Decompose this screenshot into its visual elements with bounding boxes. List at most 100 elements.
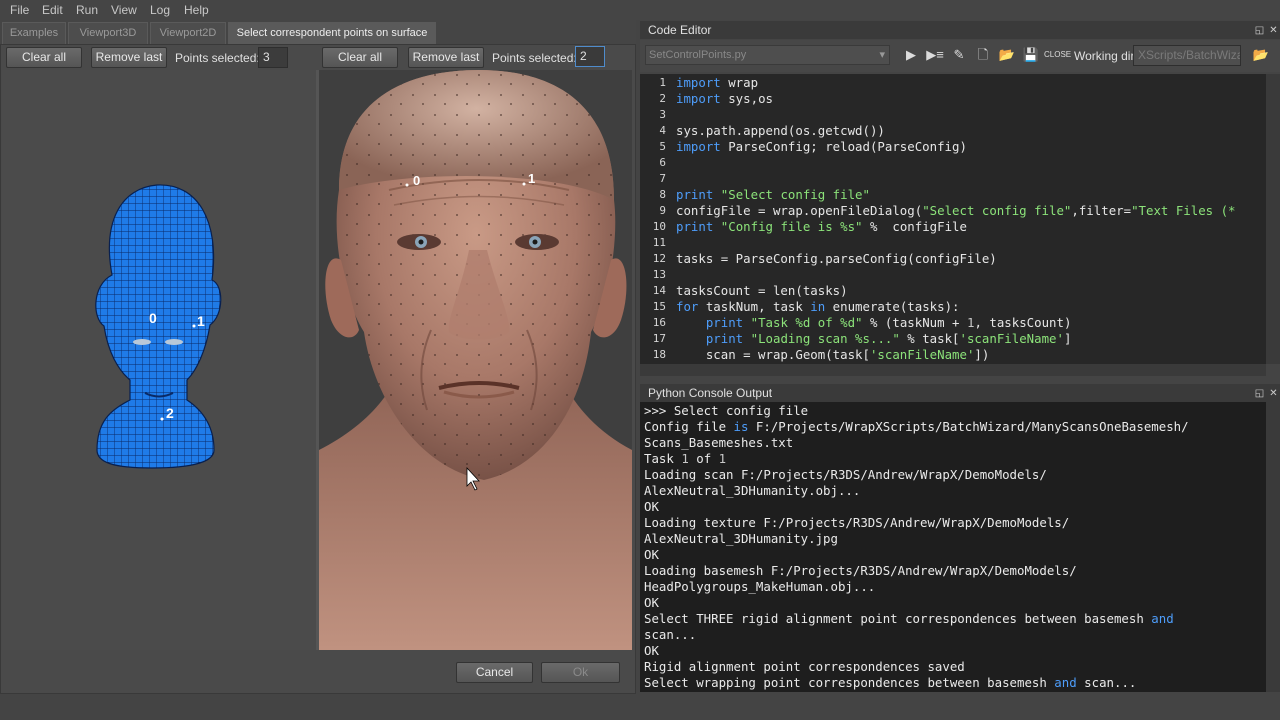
code-line: configFile = wrap.openFileDialog("Select…: [676, 203, 1236, 218]
code-token: Select THREE rigid alignment point corre…: [644, 611, 1152, 626]
chevron-down-icon: ▾: [879, 49, 885, 61]
code-token: tasks = ParseConfig.parseConfig(configFi…: [676, 251, 997, 266]
code-horizontal-scrollbar[interactable]: [640, 364, 1266, 376]
tab-examples[interactable]: Examples: [2, 22, 66, 44]
code-token: import: [676, 139, 721, 154]
console-line: scan...: [644, 627, 696, 642]
code-line: import ParseConfig; reload(ParseConfig): [676, 139, 967, 154]
menu-edit[interactable]: Edit: [42, 3, 63, 17]
python-console-output[interactable]: >>> Select config file Config file is F:/…: [640, 402, 1266, 692]
code-token: OK: [644, 643, 659, 658]
open-file-icon[interactable]: 📂: [998, 46, 1016, 64]
browse-folder-icon[interactable]: 📂: [1252, 46, 1270, 64]
clear-icon[interactable]: ✎: [950, 46, 968, 64]
tab-viewport2d[interactable]: Viewport2D: [150, 22, 226, 44]
console-line: Loading scan F:/Projects/R3DS/Andrew/Wra…: [644, 467, 1047, 482]
code-token: ]): [974, 347, 990, 362]
code-line: tasksCount = len(tasks): [676, 283, 848, 298]
code-token: scan...: [644, 627, 697, 642]
console-vertical-scrollbar[interactable]: [1266, 402, 1280, 692]
run-selection-icon[interactable]: ▶≡: [926, 46, 944, 64]
line-number: 3: [659, 108, 666, 121]
code-token: ,filter=: [1071, 203, 1132, 218]
right-remove-last-button[interactable]: Remove last: [408, 47, 484, 68]
code-token: is: [733, 419, 749, 434]
console-line: Config file is F:/Projects/WrapXScripts/…: [644, 419, 1189, 434]
code-editor-title: Code Editor: [640, 21, 1280, 39]
line-number: 1: [659, 76, 666, 89]
console-close-icon[interactable]: ✕: [1268, 388, 1279, 399]
script-file-select[interactable]: SetControlPoints.py ▾: [645, 45, 890, 65]
float-icon[interactable]: ◱: [1254, 25, 1265, 36]
console-line: AlexNeutral_3DHumanity.jpg: [644, 531, 838, 546]
console-line: AlexNeutral_3DHumanity.obj...: [644, 483, 860, 498]
menu-log[interactable]: Log: [150, 3, 170, 17]
cancel-button[interactable]: Cancel: [456, 662, 533, 683]
console-line: Select wrapping point correspondences be…: [644, 675, 1136, 690]
tab-select-points[interactable]: Select correspondent points on surface: [228, 22, 436, 44]
menu-help[interactable]: Help: [184, 3, 209, 17]
line-number: 15: [652, 300, 666, 313]
code-token: and: [1151, 611, 1174, 626]
code-token: Scans_Basemeshes.txt: [644, 435, 794, 450]
console-float-icon[interactable]: ◱: [1254, 388, 1265, 399]
menu-run[interactable]: Run: [76, 3, 98, 17]
line-number: 10: [652, 220, 666, 233]
console-line: Loading basemesh F:/Projects/R3DS/Andrew…: [644, 563, 1077, 578]
code-token: import: [676, 91, 721, 106]
scan-viewport[interactable]: 0 1: [319, 70, 632, 650]
close-file-icon[interactable]: CLOSE: [1044, 46, 1071, 64]
left-point-0[interactable]: 0: [149, 310, 157, 326]
code-token: "Task %d of %d": [750, 315, 863, 330]
tab-viewport3d[interactable]: Viewport3D: [68, 22, 148, 44]
left-points-count[interactable]: 3: [258, 47, 288, 68]
ok-button[interactable]: Ok: [541, 662, 620, 683]
run-icon[interactable]: ▶: [902, 46, 920, 64]
menu-file[interactable]: File: [10, 3, 29, 17]
left-remove-last-button[interactable]: Remove last: [91, 47, 167, 68]
code-token: OK: [644, 595, 659, 610]
code-token: AlexNeutral_3DHumanity.jpg: [644, 531, 838, 546]
code-vertical-scrollbar[interactable]: [1266, 74, 1280, 364]
right-clear-all-button[interactable]: Clear all: [322, 47, 398, 68]
new-file-icon[interactable]: 🗋: [974, 46, 992, 64]
code-token: sys.path.append(os.getcwd()): [676, 123, 885, 138]
left-point-1[interactable]: 1: [197, 313, 205, 329]
scan-point-0[interactable]: 0: [413, 173, 420, 188]
console-line: Scans_Basemeshes.txt: [644, 435, 793, 450]
line-number: 16: [652, 316, 666, 329]
basemesh-viewport[interactable]: 0 1 2: [2, 70, 316, 650]
left-point-2[interactable]: 2: [166, 405, 174, 421]
right-points-count[interactable]: 2: [575, 46, 605, 67]
line-number-gutter: 1 2 3 4 5 6 7 8 9 10 11 12 13 14 15 16 17 18: [640, 74, 672, 364]
code-token: Loading basemesh F:/Projects/R3DS/Andrew…: [644, 563, 1077, 578]
code-token: OK: [644, 547, 659, 562]
working-dir-field[interactable]: XScripts/BatchWizard: [1133, 45, 1241, 66]
scan-point-1[interactable]: 1: [528, 171, 535, 186]
code-token: in: [810, 299, 826, 314]
line-number: 4: [659, 124, 666, 137]
close-icon[interactable]: ✕: [1268, 25, 1279, 36]
code-token: for: [676, 299, 699, 314]
code-editor[interactable]: import wrap import sys,os sys.path.append(…: [640, 74, 1266, 364]
code-token: Rigid alignment point correspondences sa…: [644, 659, 965, 674]
code-token: 'scanFileName': [869, 347, 975, 362]
save-icon[interactable]: 💾: [1022, 46, 1040, 64]
line-number: 14: [652, 284, 666, 297]
left-clear-all-button[interactable]: Clear all: [6, 47, 82, 68]
console-line: Loading texture F:/Projects/R3DS/Andrew/…: [644, 515, 1069, 530]
line-number: 7: [659, 172, 666, 185]
line-number: 18: [652, 348, 666, 361]
code-token: 'scanFileName': [959, 331, 1064, 346]
code-token: print: [676, 187, 714, 202]
menu-bar: File Edit Run View Log Help: [0, 0, 1280, 20]
console-line: OK: [644, 499, 659, 514]
code-token: F:/Projects/WrapXScripts/BatchWizard/Man…: [748, 419, 1189, 434]
code-token: >>> Select config file: [644, 403, 809, 418]
code-token: and: [1054, 675, 1077, 690]
menu-view[interactable]: View: [111, 3, 137, 17]
line-number: 13: [652, 268, 666, 281]
